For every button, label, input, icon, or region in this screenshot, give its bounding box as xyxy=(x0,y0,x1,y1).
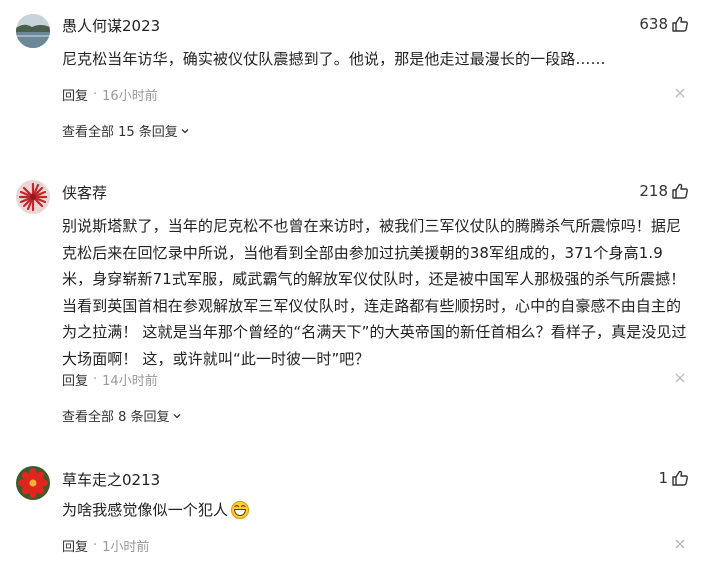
like-button[interactable]: 218 xyxy=(639,182,689,200)
close-icon[interactable] xyxy=(675,539,685,549)
chevron-down-icon xyxy=(181,128,189,133)
reply-button[interactable]: 回复 xyxy=(62,536,88,555)
avatar[interactable] xyxy=(16,180,50,214)
lake-landscape-avatar-icon xyxy=(16,14,50,48)
thumbs-up-icon xyxy=(672,470,688,486)
comment-meta: 回复 · 16小时前 xyxy=(62,85,158,104)
view-all-label: 查看全部 8 条回复 xyxy=(62,410,170,425)
separator-dot: · xyxy=(93,87,98,102)
reply-button[interactable]: 回复 xyxy=(62,370,88,389)
view-all-replies-button[interactable]: 查看全部 15 条回复 xyxy=(62,121,190,140)
thumbs-up-icon xyxy=(672,16,688,32)
view-all-replies-button[interactable]: 查看全部 8 条回复 xyxy=(62,406,182,425)
avatar[interactable] xyxy=(16,14,50,48)
grin-emoji-icon xyxy=(231,501,250,520)
comment-text: 尼克松当年访华，确实被仪仗队震撼到了。他说，那是他走过最漫长的一段路…… xyxy=(62,50,606,68)
like-count: 638 xyxy=(639,15,668,33)
comment-meta: 回复 · 1小时前 xyxy=(62,536,149,555)
chevron-down-icon xyxy=(173,413,181,418)
thumbs-up-icon xyxy=(672,183,688,199)
username[interactable]: 草车走之0213 xyxy=(62,469,160,490)
comment-text: 别说斯塔默了，当年的尼克松不也曾在来访时，被我们三军仪仗队的腾腾杀气所震惊吗！据… xyxy=(62,217,687,368)
username[interactable]: 侠客荐 xyxy=(62,182,107,203)
like-count: 218 xyxy=(639,182,668,200)
comment-text-content: 为啥我感觉像似一个犯人 xyxy=(62,501,229,519)
like-button[interactable]: 1 xyxy=(658,469,689,487)
separator-dot: · xyxy=(93,372,98,387)
reply-button[interactable]: 回复 xyxy=(62,85,88,104)
comment-meta: 回复 · 14小时前 xyxy=(62,370,158,389)
view-all-label: 查看全部 15 条回复 xyxy=(62,125,178,140)
timestamp: 16小时前 xyxy=(102,89,158,104)
like-button[interactable]: 638 xyxy=(639,15,689,33)
timestamp: 14小时前 xyxy=(102,374,158,389)
red-flower-avatar-icon xyxy=(16,466,50,500)
avatar[interactable] xyxy=(16,466,50,500)
close-icon[interactable] xyxy=(675,373,685,383)
username[interactable]: 愚人何谋2023 xyxy=(62,15,160,36)
timestamp: 1小时前 xyxy=(102,540,150,555)
comment-text: 为啥我感觉像似一个犯人 xyxy=(62,497,692,524)
close-icon[interactable] xyxy=(675,88,685,98)
like-count: 1 xyxy=(658,469,668,487)
separator-dot: · xyxy=(93,538,98,553)
red-flower-avatar-icon xyxy=(16,180,50,214)
